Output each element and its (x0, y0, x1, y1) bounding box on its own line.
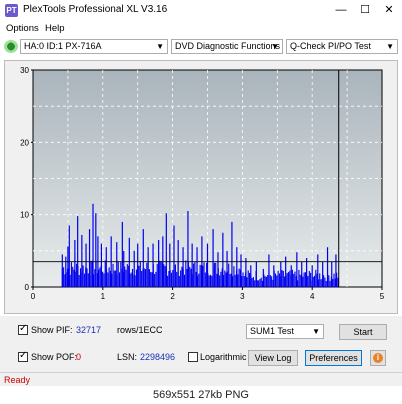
plextools-app-icon: PT (5, 4, 18, 17)
x-tick-label: 3 (240, 292, 245, 301)
show-pof-label: Show POF: (31, 352, 78, 362)
toolbar: HA:0 ID:1 PX-716A ▼ DVD Diagnostic Funct… (0, 37, 402, 59)
sum-test-select[interactable]: SUM1 Test ▼ (246, 324, 324, 339)
show-pof-checkbox[interactable]: ✓ (18, 350, 28, 362)
start-button[interactable]: Start (339, 324, 387, 340)
window-title: PlexTools Professional XL V3.16 (23, 4, 168, 15)
drive-select[interactable]: HA:0 ID:1 PX-716A ▼ (20, 39, 168, 54)
status-bar: Ready (0, 372, 402, 387)
status-text: Ready (4, 375, 31, 385)
y-tick-label: 20 (20, 138, 29, 147)
test-select[interactable]: Q-Check PI/PO Test ▼ (286, 39, 398, 54)
image-caption: 569x551 27kb PNG (0, 386, 402, 404)
preferences-button[interactable]: Preferences (305, 350, 362, 366)
sum-test-value: SUM1 Test (250, 326, 294, 336)
info-button[interactable]: i (370, 350, 386, 366)
logarithmic-checkbox[interactable] (188, 352, 198, 362)
x-axis-ticks: 0 1 2 3 4 5 (31, 287, 385, 301)
y-tick-label: 30 (20, 66, 29, 75)
menu-options[interactable]: Options (6, 23, 39, 34)
y-tick-label: 10 (20, 211, 29, 220)
y-tick-label: 0 (25, 283, 30, 292)
x-tick-label: 2 (170, 292, 175, 301)
check-icon: ✓ (19, 350, 28, 361)
chevron-down-icon: ▼ (312, 327, 320, 336)
logarithmic-label: Logarithmic (200, 352, 247, 362)
show-pif-checkbox[interactable]: ✓ (18, 323, 28, 335)
drive-select-value: HA:0 ID:1 PX-716A (24, 41, 102, 51)
chevron-down-icon: ▼ (386, 42, 394, 51)
minimize-button[interactable]: — (330, 2, 352, 18)
menu-bar: Options Help (0, 22, 402, 36)
function-select-value: DVD Diagnostic Functions (175, 41, 281, 51)
y-axis-ticks: 0 10 20 30 (20, 66, 33, 292)
title-bar: PT PlexTools Professional XL V3.16 — ☐ ✕ (0, 0, 402, 21)
info-icon: i (373, 353, 383, 363)
close-button[interactable]: ✕ (378, 2, 400, 18)
lsn-value: 2298496 (140, 352, 176, 362)
pi-po-chart: 0 10 20 30 0 1 2 3 4 5 (20, 66, 385, 301)
check-icon: ✓ (19, 323, 28, 334)
menu-help[interactable]: Help (45, 23, 65, 34)
show-pif-label: Show PIF: (31, 325, 73, 335)
view-log-button[interactable]: View Log (248, 350, 298, 366)
x-tick-label: 1 (101, 292, 106, 301)
control-panel: ✓ Show PIF: 32717 rows/1ECC SUM1 Test ▼ … (0, 316, 402, 372)
x-tick-label: 0 (31, 292, 36, 301)
x-tick-label: 4 (310, 292, 315, 301)
chevron-down-icon: ▼ (156, 42, 164, 51)
pif-value: 32717 (76, 325, 102, 335)
chevron-down-icon: ▼ (271, 42, 279, 51)
app-window: PT PlexTools Professional XL V3.16 — ☐ ✕… (0, 0, 402, 404)
x-tick-label: 5 (380, 292, 385, 301)
function-select[interactable]: DVD Diagnostic Functions ▼ (171, 39, 283, 54)
maximize-button[interactable]: ☐ (354, 2, 376, 18)
pif-unit: rows/1ECC (117, 325, 163, 335)
test-select-value: Q-Check PI/PO Test (290, 41, 371, 51)
lsn-label: LSN: (117, 352, 138, 362)
pof-value: 0 (76, 352, 82, 362)
drive-icon (4, 40, 18, 53)
chart-panel: 0 10 20 30 0 1 2 3 4 5 (4, 60, 398, 314)
